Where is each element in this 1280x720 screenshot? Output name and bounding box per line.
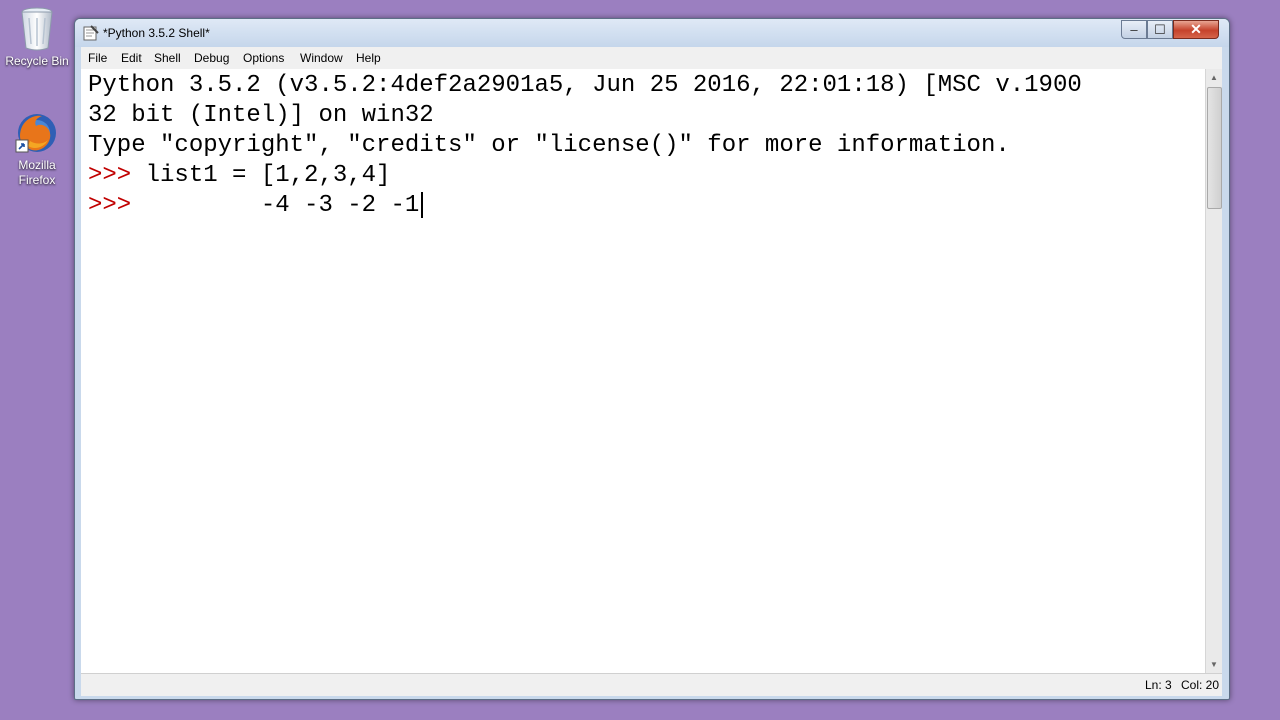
recycle-bin-icon [21,7,53,51]
shell-output: 32 bit (Intel)] on win32 [88,102,434,129]
shell-line: 32 bit (Intel)] on win32 [88,102,434,129]
menu-edit[interactable]: Edit [121,51,142,65]
shell-line: Type "copyright", "credits" or "license(… [88,132,1010,159]
menu-window[interactable]: Window [300,51,343,65]
close-icon: ✕ [1190,21,1202,37]
minimize-button[interactable]: ‒ [1121,20,1147,39]
window-title: *Python 3.5.2 Shell* [103,26,210,40]
desktop-icon-label: Mozilla Firefox [18,158,56,187]
vertical-scrollbar[interactable]: ▲ ▼ [1205,69,1222,673]
menu-help[interactable]: Help [356,51,381,65]
title-bar[interactable]: *Python 3.5.2 Shell* ‒ ☐ ✕ [75,19,1229,47]
shell-text-area[interactable]: Python 3.5.2 (v3.5.2:4def2a2901a5, Jun 2… [81,69,1205,673]
scroll-down-icon[interactable]: ▼ [1206,656,1222,673]
maximize-icon: ☐ [1154,22,1166,37]
status-column-number: Col: 20 [1181,678,1220,692]
desktop-icon-recycle-bin[interactable]: Recycle Bin [2,6,72,69]
menu-bar: File Edit Shell Debug Options Window Hel… [81,47,1222,70]
maximize-button[interactable]: ☐ [1147,20,1173,39]
close-button[interactable]: ✕ [1173,20,1219,39]
scroll-up-icon[interactable]: ▲ [1206,69,1222,86]
status-line-number: Ln: 3 [1145,678,1172,692]
status-bar: Ln: 3 Col: 20 [81,673,1222,696]
shell-output: Type "copyright", "credits" or "license(… [88,132,1010,159]
shell-input: list1 = [1,2,3,4] [145,162,391,189]
python-idle-icon [83,25,99,41]
desktop-icon-label: Recycle Bin [5,54,69,68]
menu-debug[interactable]: Debug [194,51,229,65]
menu-shell[interactable]: Shell [154,51,181,65]
shell-line: >>> list1 = [1,2,3,4] [88,162,390,189]
shell-prompt: >>> [88,162,146,189]
scrollbar-thumb[interactable] [1207,87,1222,209]
shell-input: -4 -3 -2 -1 [145,192,420,219]
text-caret [421,192,423,218]
shell-line: Python 3.5.2 (v3.5.2:4def2a2901a5, Jun 2… [88,72,1082,99]
firefox-icon [15,114,56,153]
shell-line: >>> -4 -3 -2 -1 [88,192,419,219]
menu-file[interactable]: File [88,51,107,65]
menu-options[interactable]: Options [243,51,284,65]
shell-prompt: >>> [88,192,146,219]
desktop-icon-firefox[interactable]: Mozilla Firefox [2,110,72,188]
minimize-icon: ‒ [1130,22,1138,37]
python-shell-window: *Python 3.5.2 Shell* ‒ ☐ ✕ File Edit She… [74,18,1230,700]
shell-output: Python 3.5.2 (v3.5.2:4def2a2901a5, Jun 2… [88,72,1082,99]
